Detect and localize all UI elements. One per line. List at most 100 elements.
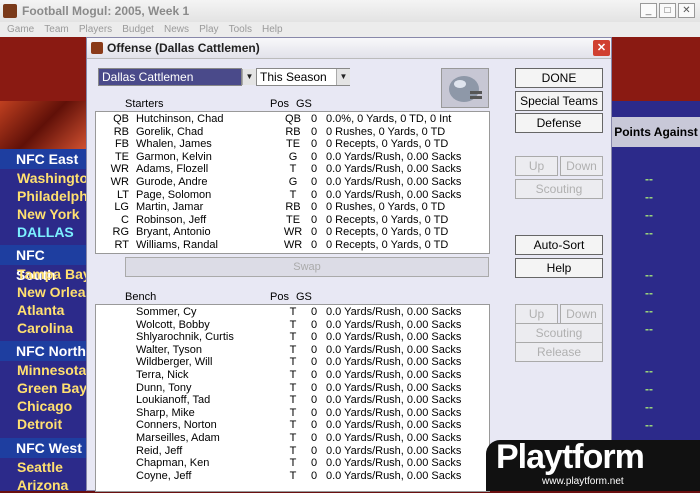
chevron-down-icon[interactable]: ▼	[242, 69, 256, 85]
player-position: T	[289, 457, 297, 470]
team-label-selected[interactable]: DALLAS	[17, 224, 97, 240]
minimize-button[interactable]: _	[640, 3, 657, 18]
player-name: Sommer, Cy	[136, 306, 197, 318]
games-started: 0	[311, 343, 318, 356]
games-started: 0	[311, 188, 318, 201]
roster-row[interactable]: Loukianoff, Tad T 0 0.0 Yards/Rush, 0.00 Sa…	[96, 394, 489, 407]
roster-row[interactable]: C Robinson, Jeff TE 0 0 Recepts, 0 Yards, 0 …	[96, 214, 489, 227]
points-against-header[interactable]: Points Against	[612, 117, 700, 147]
bench-up-button[interactable]: Up	[515, 304, 558, 324]
team-label[interactable]: Detroit	[17, 416, 97, 432]
player-name: Terra, Nick	[136, 369, 189, 381]
player-stats: 0.0 Yards/Rush, 0.00 Sacks	[326, 419, 462, 432]
starters-down-button[interactable]: Down	[560, 156, 603, 176]
menu-help[interactable]: Help	[262, 22, 283, 37]
roster-row[interactable]: LT Page, Solomon T 0 0.0 Yards/Rush, 0.00 Sa…	[96, 189, 489, 202]
team-label[interactable]: Atlanta	[17, 302, 97, 318]
roster-row[interactable]: WR Gurode, Andre G 0 0.0 Yards/Rush, 0.00 Sa…	[96, 176, 489, 189]
help-button[interactable]: Help	[515, 258, 603, 278]
pos-column-header: Pos	[270, 291, 289, 303]
release-button[interactable]: Release	[515, 342, 603, 362]
team-label[interactable]: Minnesota	[17, 362, 97, 378]
roster-row[interactable]: Dunn, Tony T 0 0.0 Yards/Rush, 0.00 Sacks	[96, 382, 489, 395]
menu-play[interactable]: Play	[199, 22, 218, 37]
roster-row[interactable]: RT Williams, Randal WR 0 0 Recepts, 0 Yards,…	[96, 239, 489, 252]
done-button[interactable]: DONE	[515, 68, 603, 88]
menu-team[interactable]: Team	[44, 22, 68, 37]
roster-row[interactable]: Marseilles, Adam T 0 0.0 Yards/Rush, 0.00 S…	[96, 432, 489, 445]
player-position: T	[289, 419, 297, 432]
auto-sort-button[interactable]: Auto-Sort	[515, 235, 603, 255]
close-window-button[interactable]: ✕	[678, 3, 695, 18]
player-stats: 0 Recepts, 0 Yards, 0 TD	[326, 138, 449, 151]
bench-scouting-button[interactable]: Scouting	[515, 323, 603, 343]
team-label[interactable]: Green Bay	[17, 380, 97, 396]
games-started: 0	[311, 176, 318, 188]
player-position: T	[289, 381, 297, 394]
roster-row[interactable]: Wildberger, Will T 0 0.0 Yards/Rush, 0.00 S…	[96, 356, 489, 369]
chevron-down-icon[interactable]: ▼	[336, 69, 350, 85]
roster-row[interactable]: Sommer, Cy T 0 0.0 Yards/Rush, 0.00 Sacks	[96, 306, 489, 319]
menu-news[interactable]: News	[164, 22, 189, 37]
offense-dialog: Offense (Dallas Cattlemen) ✕ Dallas Catt…	[86, 37, 612, 492]
dialog-close-button[interactable]: ✕	[593, 40, 610, 56]
division-header: NFC West	[0, 438, 86, 458]
player-name: Sharp, Mike	[136, 406, 195, 419]
menu-players[interactable]: Players	[79, 22, 112, 37]
team-label[interactable]: Philadelphia	[17, 188, 97, 204]
slot-label: LT	[116, 188, 129, 201]
roster-row[interactable]: Wolcott, Bobby T 0 0.0 Yards/Rush, 0.00 Sac…	[96, 319, 489, 332]
bench-list[interactable]: Sommer, Cy T 0 0.0 Yards/Rush, 0.00 Sacks Wo…	[95, 304, 490, 492]
menu-tools[interactable]: Tools	[229, 22, 252, 37]
games-started: 0	[311, 356, 318, 369]
player-stats: 0.0 Yards/Rush, 0.00 Sacks	[326, 369, 462, 381]
starters-scouting-button[interactable]: Scouting	[515, 179, 603, 199]
points-value: --	[645, 226, 653, 240]
roster-row[interactable]: RG Bryant, Antonio WR 0 0 Recepts, 0 Yards, …	[96, 226, 489, 239]
games-started: 0	[311, 213, 318, 226]
games-started: 0	[311, 394, 318, 407]
roster-row[interactable]: RB Gorelik, Chad RB 0 0 Rushes, 0 Yards, 0 T…	[96, 126, 489, 139]
player-stats: 0.0 Yards/Rush, 0.00 Sacks	[326, 469, 462, 482]
defense-button[interactable]: Defense	[515, 113, 603, 133]
games-started: 0	[311, 226, 318, 239]
team-label[interactable]: New Orleans	[17, 284, 97, 300]
roster-row[interactable]: Shlyarochnik, Curtis T 0 0.0 Yards/Rush, 0.…	[96, 331, 489, 344]
menu-budget[interactable]: Budget	[122, 22, 154, 37]
player-stats: 0.0%, 0 Yards, 0 TD, 0 Int	[326, 113, 452, 125]
roster-row[interactable]: LG Martin, Jamar RB 0 0 Rushes, 0 Yards, 0 T…	[96, 201, 489, 214]
starters-list[interactable]: QB Hutchinson, Chad QB 0 0.0%, 0 Yards, 0 TD…	[95, 111, 490, 254]
starters-up-button[interactable]: Up	[515, 156, 558, 176]
team-label[interactable]: New York	[17, 206, 97, 222]
roster-row[interactable]: Sharp, Mike T 0 0.0 Yards/Rush, 0.00 Sacks	[96, 407, 489, 420]
maximize-button[interactable]: □	[659, 3, 676, 18]
team-label[interactable]: Washington	[17, 170, 97, 186]
team-label[interactable]: Carolina	[17, 320, 97, 336]
roster-row[interactable]: QB Hutchinson, Chad QB 0 0.0%, 0 Yards, 0 TD…	[96, 113, 489, 126]
roster-row[interactable]: Terra, Nick T 0 0.0 Yards/Rush, 0.00 Sacks	[96, 369, 489, 382]
roster-row[interactable]: Walter, Tyson T 0 0.0 Yards/Rush, 0.00 Sack…	[96, 344, 489, 357]
roster-row[interactable]: Reid, Jeff T 0 0.0 Yards/Rush, 0.00 Sacks	[96, 445, 489, 458]
division-header: NFC South	[0, 245, 86, 283]
menu-game[interactable]: Game	[7, 22, 34, 37]
team-select[interactable]: Dallas Cattlemen	[98, 68, 242, 86]
player-name: Whalen, James	[136, 138, 212, 151]
team-label[interactable]: Tampa Bay	[17, 266, 97, 282]
roster-row[interactable]: Chapman, Ken T 0 0.0 Yards/Rush, 0.00 Sacks	[96, 457, 489, 470]
bench-down-button[interactable]: Down	[560, 304, 603, 324]
player-position: T	[289, 369, 297, 381]
team-label[interactable]: Chicago	[17, 398, 97, 414]
roster-row[interactable]: FB Whalen, James TE 0 0 Recepts, 0 Yards, 0 …	[96, 138, 489, 151]
games-started: 0	[311, 444, 318, 457]
app-icon	[3, 4, 17, 18]
roster-row[interactable]: TE Garmon, Kelvin G 0 0.0 Yards/Rush, 0.00 S…	[96, 151, 489, 164]
roster-row[interactable]: Coyne, Jeff T 0 0.0 Yards/Rush, 0.00 Sacks	[96, 470, 489, 483]
points-value: --	[645, 286, 653, 300]
roster-row[interactable]: Conners, Norton T 0 0.0 Yards/Rush, 0.00 Sa…	[96, 419, 489, 432]
team-label[interactable]: Seattle	[17, 459, 97, 475]
swap-button[interactable]: Swap	[125, 257, 489, 277]
special-teams-button[interactable]: Special Teams	[515, 91, 603, 111]
roster-row[interactable]: WR Adams, Flozell T 0 0.0 Yards/Rush, 0.00 S…	[96, 163, 489, 176]
player-stats: 0.0 Yards/Rush, 0.00 Sacks	[326, 394, 462, 407]
player-stats: 0 Recepts, 0 Yards, 0 TD	[326, 213, 449, 226]
